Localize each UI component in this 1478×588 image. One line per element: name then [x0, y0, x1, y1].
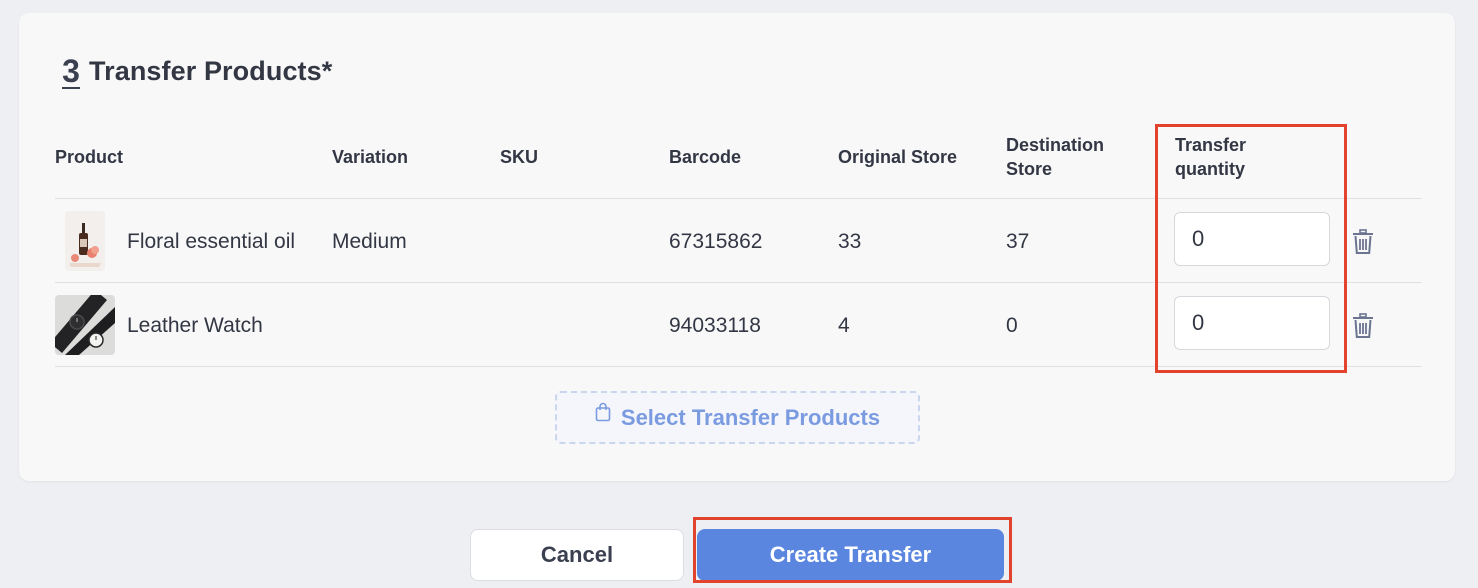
transfer-products-table: Product Variation SKU Barcode Original S…	[55, 123, 1422, 367]
table-row: Floral essential oil Medium 67315862 33 …	[55, 199, 1422, 283]
transfer-quantity-input[interactable]	[1174, 212, 1330, 266]
section-title-text: Transfer Products*	[89, 55, 333, 86]
select-transfer-products-button[interactable]: Select Transfer Products	[555, 391, 920, 444]
table-row: Leather Watch 94033118 4 0	[55, 283, 1422, 367]
shopping-bag-icon	[595, 402, 611, 427]
header-original-store: Original Store	[838, 147, 958, 167]
trash-icon	[1353, 229, 1373, 254]
destination-store-qty: 0	[1006, 314, 1018, 337]
original-store-qty: 33	[838, 230, 862, 253]
header-barcode: Barcode	[669, 147, 742, 167]
cancel-button[interactable]: Cancel	[470, 529, 684, 581]
header-variation: Variation	[332, 147, 409, 167]
trash-icon	[1353, 313, 1373, 338]
original-store-qty: 4	[838, 314, 850, 337]
create-transfer-button[interactable]: Create Transfer	[697, 529, 1004, 581]
header-sku: SKU	[500, 147, 539, 167]
header-transfer-quantity: Transfer quantity	[1175, 135, 1247, 179]
table-header: Product Variation SKU Barcode Original S…	[55, 123, 1422, 199]
section-title: 3 Transfer Products*	[61, 53, 332, 89]
product-name: Floral essential oil	[127, 230, 296, 253]
product-barcode: 67315862	[669, 230, 763, 253]
leather-watch-product-image	[55, 295, 115, 355]
essential-oil-product-image	[65, 211, 105, 271]
step-number: 3	[62, 53, 80, 89]
product-barcode: 94033118	[669, 314, 761, 337]
delete-row-button[interactable]	[1351, 229, 1375, 255]
product-variation: Medium	[332, 230, 407, 253]
transfer-quantity-input[interactable]	[1174, 296, 1330, 350]
header-destination-store: Destination Store	[1006, 135, 1105, 179]
delete-row-button[interactable]	[1351, 313, 1375, 339]
product-name: Leather Watch	[127, 314, 263, 337]
header-product: Product	[55, 147, 124, 167]
destination-store-qty: 37	[1006, 230, 1030, 253]
select-transfer-products-label: Select Transfer Products	[620, 404, 881, 430]
